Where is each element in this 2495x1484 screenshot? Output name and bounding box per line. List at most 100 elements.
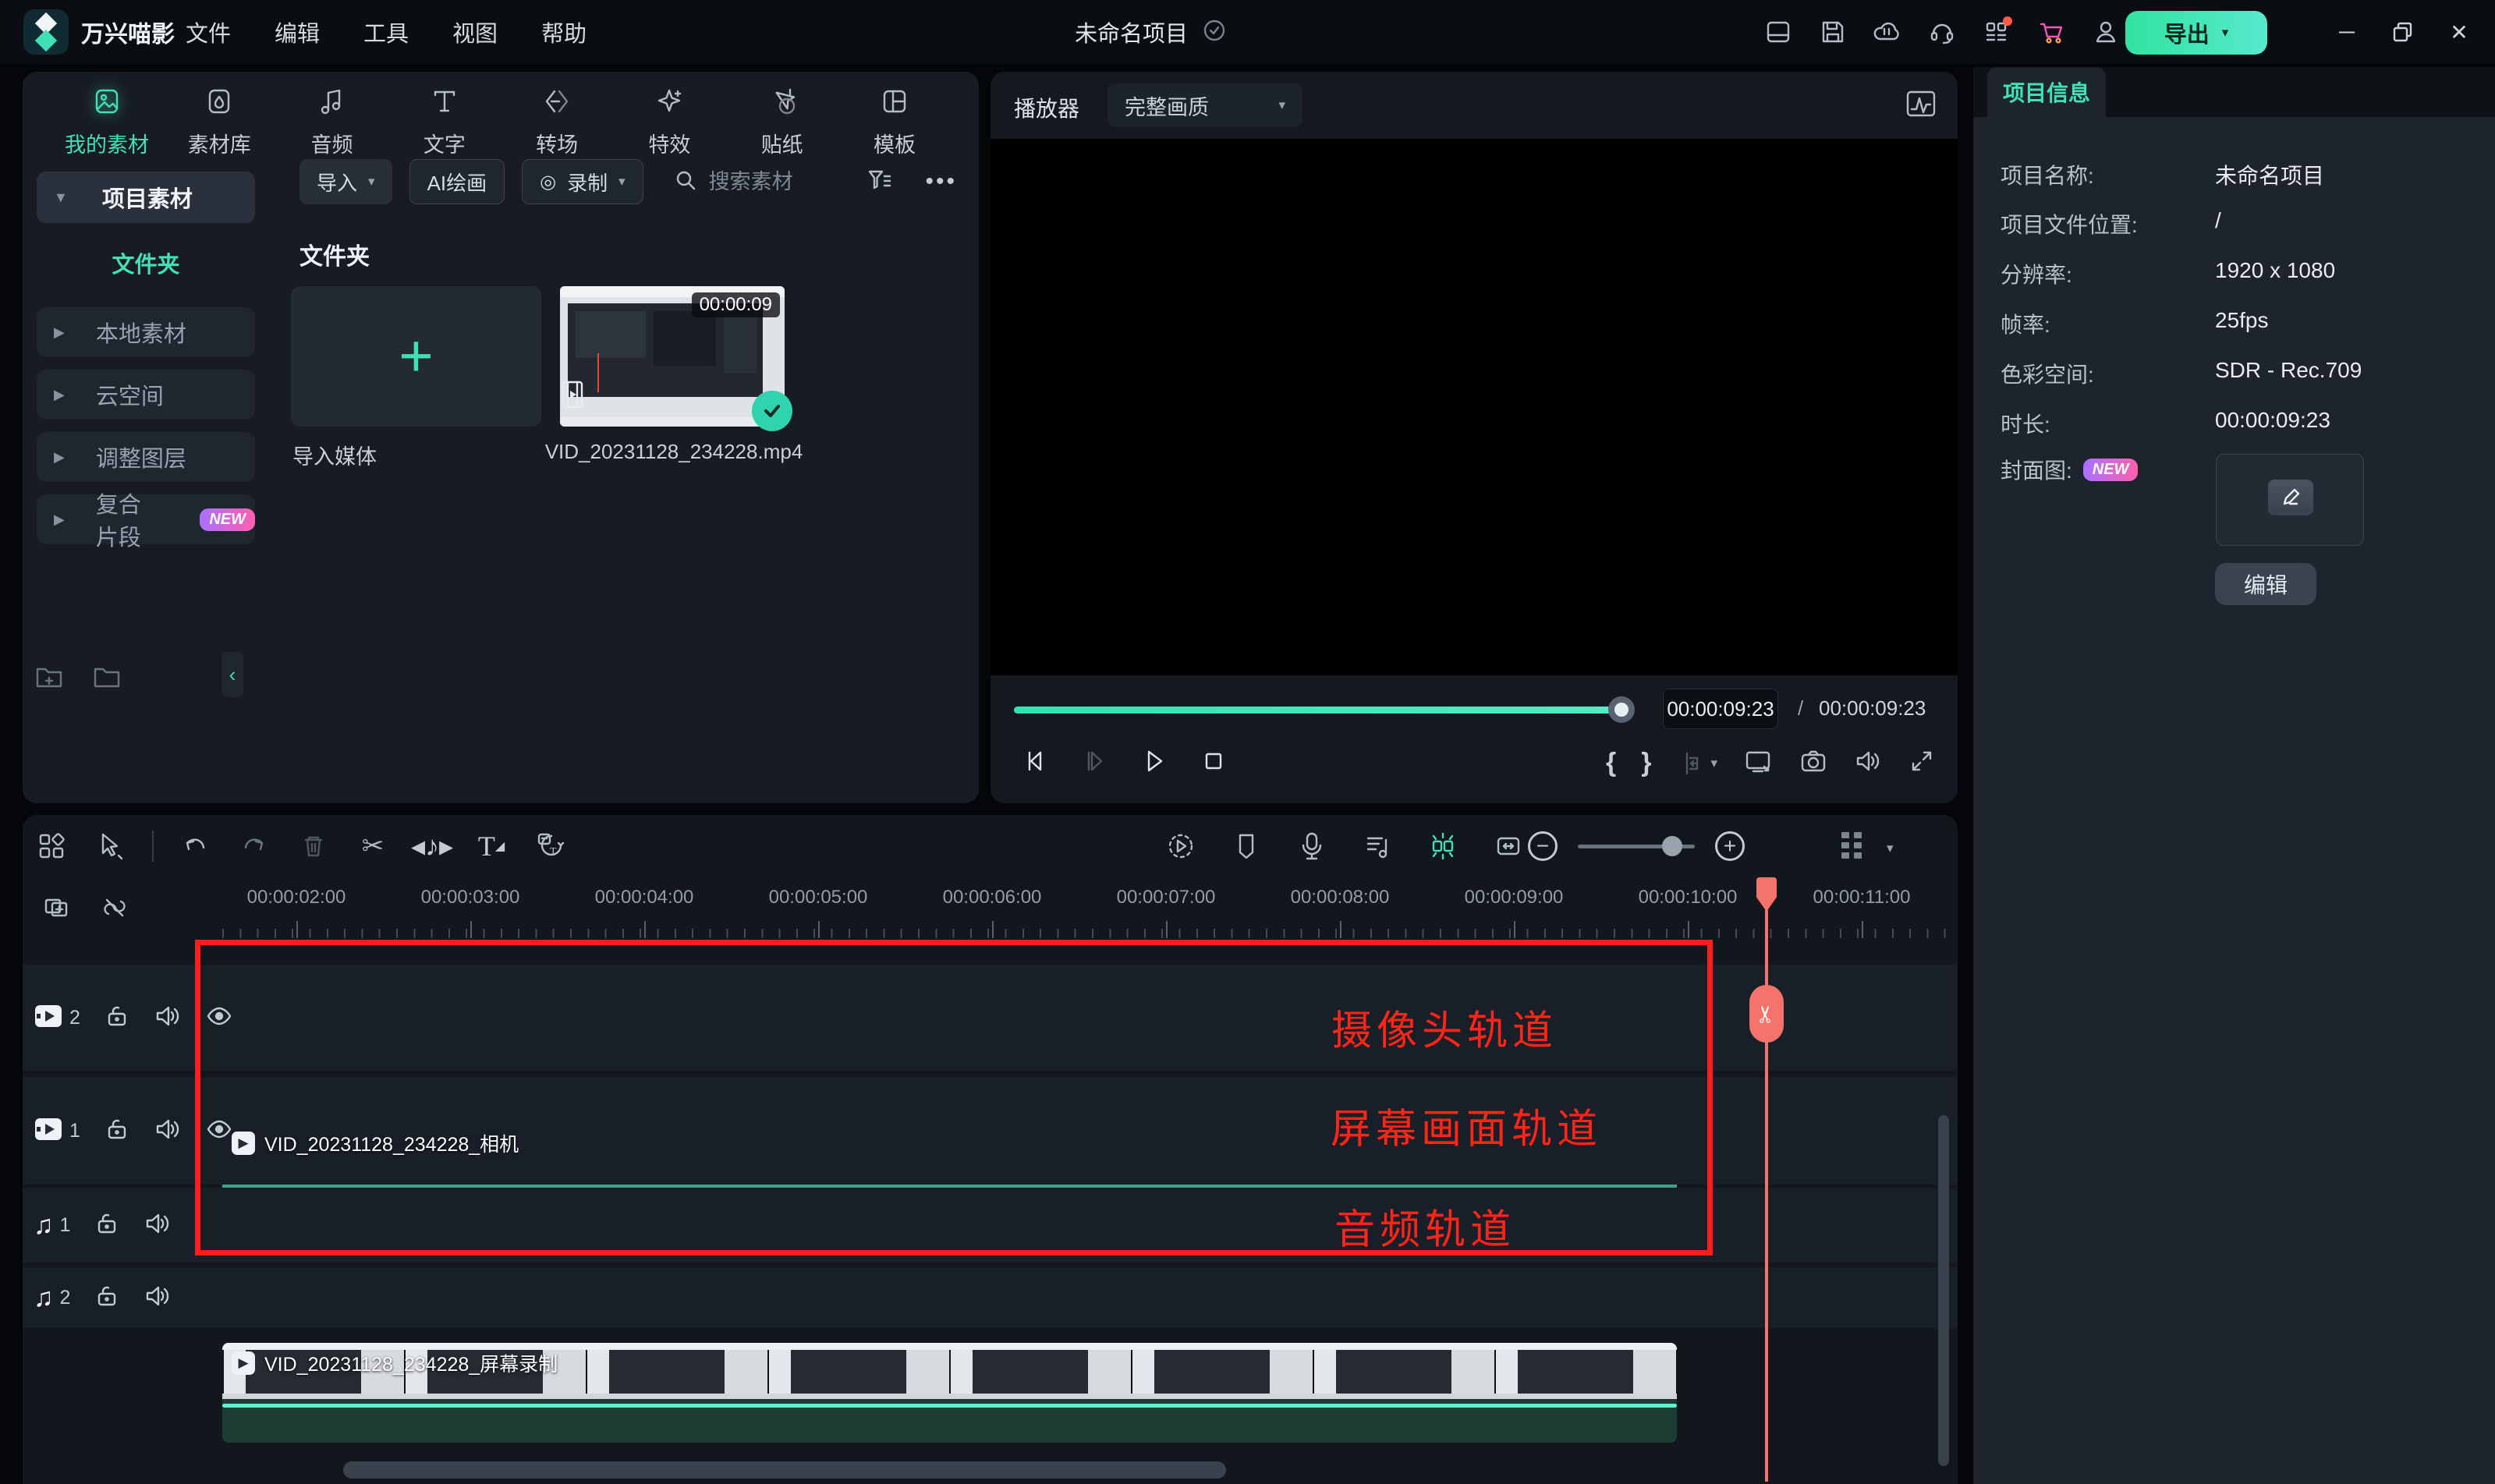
cloud-upload-icon[interactable] (1870, 15, 1905, 49)
render-preview-icon[interactable] (1163, 828, 1199, 864)
media-sidebar: ▼ 项目素材 文件夹 ▶ 本地素材 ▶ 云空间 ▶ 调整图层 ▶ 复合片段 NE… (37, 172, 255, 795)
lock-icon[interactable] (104, 1003, 130, 1033)
previous-frame-button[interactable] (1022, 747, 1050, 779)
voiceover-mic-icon[interactable] (1294, 828, 1330, 864)
delete-icon[interactable] (296, 828, 331, 864)
delete-folder-icon[interactable] (91, 661, 122, 696)
mirror-display-icon[interactable] (1742, 747, 1774, 779)
annotation-screen-track: 屏幕画面轨道 (1331, 1096, 1602, 1155)
select-tool-icon[interactable] (93, 828, 129, 864)
marker-icon[interactable] (1228, 828, 1264, 864)
audio-mixer-icon[interactable] (1359, 828, 1395, 864)
apps-grid-icon[interactable] (1979, 15, 2014, 49)
mute-icon[interactable] (144, 1210, 172, 1241)
collapse-sidebar-button[interactable]: ‹ (222, 652, 243, 697)
sidebar-item-local-media[interactable]: ▶ 本地素材 (37, 307, 255, 357)
trim-tool-icon[interactable]: ▾ (1676, 749, 1717, 777)
sidebar-item-project-media[interactable]: ▼ 项目素材 (37, 172, 255, 223)
track-number: 1 (60, 1214, 71, 1237)
media-browser-icon[interactable] (34, 828, 69, 864)
save-icon[interactable] (1816, 15, 1850, 49)
edit-button[interactable]: 编辑 (2215, 563, 2316, 605)
timeline-zoom-slider[interactable] (1578, 831, 1695, 861)
add-track-icon[interactable] (41, 892, 73, 927)
support-headset-icon[interactable] (1925, 15, 1959, 49)
cut-at-playhead-button[interactable]: ✂ (1749, 985, 1784, 1043)
volume-icon[interactable] (1853, 747, 1883, 779)
selected-check-icon (752, 391, 792, 431)
sidebar-item-adjustment-layer[interactable]: ▶ 调整图层 (37, 432, 255, 482)
redo-icon[interactable] (236, 828, 272, 864)
video-media-card[interactable]: 00:00:09 (560, 286, 785, 427)
play-button[interactable] (1140, 747, 1168, 779)
sidebar-item-cloud[interactable]: ▶ 云空间 (37, 370, 255, 420)
menu-tools[interactable]: 工具 (363, 16, 409, 48)
sidebar-item-folder[interactable]: 文件夹 (37, 246, 255, 279)
mute-icon[interactable] (154, 1116, 182, 1146)
undo-icon[interactable] (177, 828, 213, 864)
playback-quality-dropdown[interactable]: 完整画质▾ (1108, 83, 1302, 127)
import-media-card[interactable]: + (291, 286, 541, 427)
unlink-clips-icon[interactable] (99, 892, 130, 927)
tab-stock-media[interactable]: 素材库 (169, 78, 269, 165)
beat-detect-icon[interactable]: ◂♪▸ (414, 828, 450, 864)
filter-icon[interactable] (866, 166, 894, 198)
quick-split-icon[interactable] (1425, 828, 1461, 864)
menu-help[interactable]: 帮助 (541, 16, 587, 48)
video-preview[interactable] (991, 139, 1958, 675)
sidebar-item-compound-clip[interactable]: ▶ 复合片段 NEW (37, 494, 255, 544)
lock-icon[interactable] (104, 1116, 130, 1146)
info-row-file-location: 项目文件位置:/ (1973, 208, 2495, 239)
scopes-icon[interactable] (1903, 86, 1939, 126)
export-button[interactable]: 导出 ▾ (2125, 11, 2267, 55)
speech-to-text-icon[interactable]: T (533, 828, 569, 864)
lock-icon[interactable] (94, 1283, 120, 1313)
stop-button[interactable] (1200, 747, 1228, 779)
caret-right-icon: ▶ (54, 512, 65, 528)
record-button[interactable]: ◎ 录制 ▾ (522, 159, 643, 204)
saved-check-icon (1202, 18, 1227, 47)
zoom-in-button[interactable]: + (1715, 831, 1745, 861)
play-step-button[interactable] (1081, 747, 1109, 779)
playhead-line[interactable] (1765, 877, 1768, 1482)
mark-in-button[interactable]: { (1606, 748, 1616, 778)
more-options-button[interactable]: ••• (925, 168, 957, 195)
menu-view[interactable]: 视图 (452, 16, 498, 48)
playback-progress-bar[interactable] (1014, 707, 1630, 714)
vertical-scrollbar[interactable] (1938, 1115, 1949, 1466)
tab-my-media[interactable]: 我的素材 (57, 78, 157, 165)
import-button[interactable]: 导入▾ (299, 159, 392, 204)
horizontal-scrollbar[interactable] (343, 1461, 1226, 1479)
layout-panels-icon[interactable] (1761, 15, 1795, 49)
add-text-icon[interactable]: T◢ (473, 828, 509, 864)
tab-project-info[interactable]: 项目信息 (1987, 67, 2106, 117)
zoom-out-button[interactable]: − (1528, 831, 1558, 861)
cart-icon[interactable] (2034, 15, 2068, 49)
lock-icon[interactable] (94, 1210, 120, 1241)
search-input[interactable] (709, 170, 881, 194)
edit-cover-button[interactable] (2268, 480, 2313, 515)
mute-icon[interactable] (144, 1283, 172, 1313)
menu-file[interactable]: 文件 (186, 16, 231, 48)
clip-screen-track[interactable]: ▶ VID_20231128_234228_屏幕录制 (222, 1343, 1677, 1443)
account-icon[interactable] (2089, 15, 2123, 49)
mark-out-button[interactable]: } (1641, 748, 1651, 778)
caret-right-icon: ▶ (54, 324, 65, 341)
auto-ripple-icon[interactable] (1490, 828, 1526, 864)
ai-paint-button[interactable]: AI绘画 (409, 159, 505, 204)
close-button[interactable]: ✕ (2431, 0, 2487, 64)
progress-knob[interactable] (1608, 696, 1635, 723)
fullscreen-icon[interactable] (1908, 747, 1936, 779)
minimize-button[interactable]: ─ (2319, 0, 2375, 64)
split-scissors-icon[interactable]: ✂ (355, 828, 391, 864)
mute-icon[interactable] (154, 1003, 182, 1033)
track-number: 2 (60, 1287, 71, 1309)
menu-edit[interactable]: 编辑 (275, 16, 320, 48)
timeline-ruler[interactable]: 00:00:02:00 00:00:03:00 00:00:04:00 00:0… (222, 877, 1958, 941)
restore-button[interactable] (2375, 0, 2431, 64)
track-manager-icon[interactable] (1832, 826, 1873, 870)
new-folder-icon[interactable] (34, 661, 65, 696)
cover-thumbnail[interactable] (2216, 454, 2364, 546)
project-title: 未命名项目 (1075, 16, 1188, 48)
snapshot-camera-icon[interactable] (1799, 747, 1828, 779)
